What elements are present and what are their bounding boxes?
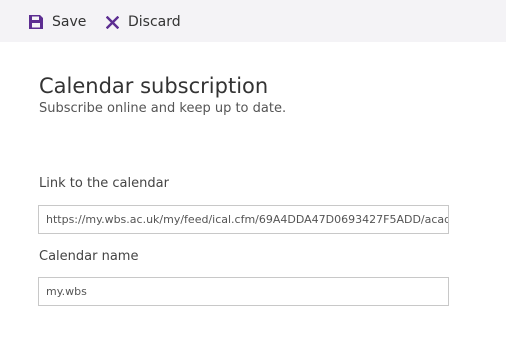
calendar-name-label: Calendar name: [39, 249, 139, 264]
command-bar: Save Discard: [0, 0, 506, 42]
floppy-disk-icon: [28, 14, 44, 30]
calendar-name-field[interactable]: [38, 277, 449, 306]
calendar-link-label: Link to the calendar: [39, 176, 169, 191]
x-close-icon: [104, 14, 120, 30]
discard-button-label: Discard: [128, 14, 181, 30]
page-title: Calendar subscription: [39, 74, 269, 98]
page-subtitle: Subscribe online and keep up to date.: [39, 101, 287, 116]
discard-button[interactable]: Discard: [104, 12, 181, 32]
calendar-link-field[interactable]: [38, 205, 449, 234]
save-button[interactable]: Save: [28, 12, 86, 32]
save-button-label: Save: [52, 14, 87, 30]
